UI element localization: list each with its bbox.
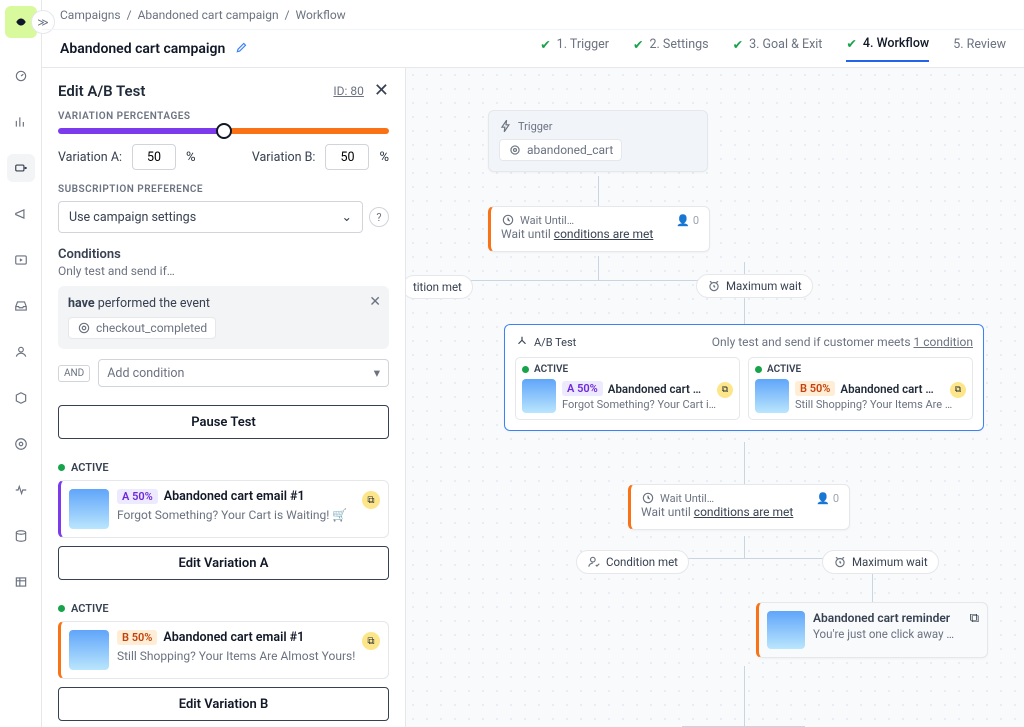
- subscription-pref-label: SUBSCRIPTION PREFERENCE: [58, 184, 389, 195]
- reminder-email-node[interactable]: Abandoned cart reminder You're just one …: [756, 602, 988, 658]
- email-thumbnail-a: [69, 489, 109, 529]
- alarm-icon: [707, 279, 721, 293]
- nav-table-icon[interactable]: [7, 568, 35, 596]
- wait-count: 👤 0: [676, 213, 699, 227]
- var-b-input[interactable]: [325, 144, 369, 170]
- step-review[interactable]: 5. Review: [953, 37, 1006, 60]
- variation-slider[interactable]: [58, 128, 389, 134]
- nav-settings-icon[interactable]: [7, 430, 35, 458]
- ab-card-b[interactable]: ACTIVE B 50% Abandoned cart … Still Shop…: [748, 357, 973, 420]
- edit-variation-a-button[interactable]: Edit Variation A: [58, 546, 389, 580]
- nav-campaigns-icon[interactable]: [7, 154, 35, 182]
- step-goal[interactable]: ✔3. Goal & Exit: [733, 37, 823, 61]
- copy-icon-b[interactable]: ⧉: [362, 632, 380, 650]
- reminder-thumb: [767, 611, 805, 649]
- edit-variation-b-button[interactable]: Edit Variation B: [58, 687, 389, 721]
- copy-rem[interactable]: ⧉: [970, 611, 979, 626]
- panel-title: Edit A/B Test: [58, 82, 145, 100]
- nav-inbox-icon[interactable]: [7, 292, 35, 320]
- wizard-steps: ✔1. Trigger ✔2. Settings ✔3. Goal & Exit…: [540, 36, 1006, 62]
- chevron-down-icon: ⌄: [342, 209, 352, 225]
- target-icon: [77, 321, 91, 335]
- help-icon[interactable]: ?: [369, 207, 389, 227]
- crumb-workflow[interactable]: Workflow: [296, 8, 346, 22]
- var-a-input[interactable]: [132, 144, 176, 170]
- remove-condition-icon[interactable]: ✕: [369, 294, 381, 310]
- var-a-label: Variation A:: [58, 150, 122, 165]
- var-b-label: Variation B:: [252, 150, 316, 165]
- step-settings[interactable]: ✔2. Settings: [633, 37, 709, 61]
- ab-card-a[interactable]: ACTIVE A 50% Abandoned cart … Forgot Som…: [515, 357, 740, 420]
- wait-node-1[interactable]: Wait Until… 👤 0 Wait until conditions ar…: [488, 206, 710, 252]
- close-icon[interactable]: ✕: [374, 80, 389, 101]
- nav-megaphone-icon[interactable]: [7, 200, 35, 228]
- step-trigger[interactable]: ✔1. Trigger: [540, 37, 609, 61]
- variation-b-card[interactable]: B 50% Abandoned cart email #1 Still Shop…: [58, 621, 389, 679]
- var-a-title: Abandoned cart email #1: [164, 489, 305, 504]
- nav-media-icon[interactable]: [7, 246, 35, 274]
- split-icon: [515, 335, 529, 349]
- and-operator: AND: [58, 365, 90, 382]
- nav-cube-icon[interactable]: [7, 384, 35, 412]
- event-chip[interactable]: checkout_completed: [68, 317, 216, 339]
- trigger-event-chip[interactable]: abandoned_cart: [499, 139, 622, 161]
- slider-thumb[interactable]: [216, 123, 232, 139]
- logo-icon: [14, 15, 28, 29]
- badge-a: A 50%: [117, 489, 158, 504]
- thumb-a: [522, 379, 556, 413]
- edit-panel: Edit A/B Test ID: 80 ✕ VARIATION PERCENT…: [42, 68, 406, 727]
- nav-database-icon[interactable]: [7, 522, 35, 550]
- target-icon: [508, 143, 522, 157]
- var-b-subject: Still Shopping? Your Items Are Almost Yo…: [117, 649, 380, 663]
- email-thumbnail-b: [69, 630, 109, 670]
- check-user-icon: [587, 555, 601, 569]
- status-active-b: ACTIVE: [71, 602, 109, 615]
- nav-activity-icon[interactable]: [7, 476, 35, 504]
- step-workflow[interactable]: ✔4. Workflow: [846, 36, 929, 62]
- wait-node-2[interactable]: Wait Until… 👤 0 Wait until conditions ar…: [628, 484, 850, 530]
- nav-people-icon[interactable]: [7, 338, 35, 366]
- crumb-campaigns[interactable]: Campaigns: [60, 8, 121, 22]
- condition-block: ✕ have performed the event checkout_comp…: [58, 286, 389, 349]
- copy-small-b[interactable]: ⧉: [950, 382, 966, 398]
- badge-b: B 50%: [117, 630, 157, 645]
- subscription-select[interactable]: Use campaign settings ⌄: [58, 201, 363, 233]
- alarm-icon: [833, 555, 847, 569]
- var-b-title: Abandoned cart email #1: [163, 630, 304, 645]
- copy-small-a[interactable]: ⧉: [717, 382, 733, 398]
- ab-test-node[interactable]: A/B Test Only test and send if customer …: [504, 324, 984, 431]
- clock-icon: [641, 491, 655, 505]
- branch-condition-met-2[interactable]: Condition met: [576, 550, 689, 574]
- clock-icon: [501, 213, 515, 227]
- thumb-b: [755, 379, 789, 413]
- var-a-subject: Forgot Something? Your Cart is Waiting! …: [117, 508, 380, 522]
- breadcrumb: Campaigns / Abandoned cart campaign / Wo…: [42, 0, 1024, 30]
- crumb-campaign-name[interactable]: Abandoned cart campaign: [138, 8, 279, 22]
- workflow-canvas[interactable]: Trigger abandoned_cart Wait Until… 👤 0 W…: [406, 68, 1024, 727]
- branch-maximum-wait-2[interactable]: Maximum wait: [822, 550, 939, 574]
- nav-analytics-icon[interactable]: [7, 108, 35, 136]
- conditions-subtext: Only test and send if…: [58, 264, 389, 278]
- subheader: Abandoned cart campaign ✔1. Trigger ✔2. …: [42, 30, 1024, 68]
- add-condition-select[interactable]: Add condition▾: [98, 359, 389, 387]
- id-link[interactable]: ID: 80: [333, 84, 364, 98]
- status-active-a: ACTIVE: [71, 461, 109, 474]
- conditions-heading: Conditions: [58, 247, 389, 262]
- page-title: Abandoned cart campaign: [60, 41, 225, 57]
- branch-maximum-wait-1[interactable]: Maximum wait: [696, 274, 813, 298]
- pause-test-button[interactable]: Pause Test: [58, 405, 389, 439]
- variation-a-card[interactable]: A 50% Abandoned cart email #1 Forgot Som…: [58, 480, 389, 538]
- variation-pct-label: VARIATION PERCENTAGES: [58, 111, 389, 122]
- bolt-icon: [499, 119, 513, 133]
- trigger-node[interactable]: Trigger abandoned_cart: [488, 110, 708, 172]
- left-sidebar: ≫: [0, 0, 42, 727]
- edit-title-icon[interactable]: [235, 40, 249, 58]
- copy-icon-a[interactable]: ⧉: [362, 491, 380, 509]
- ab-condition-link[interactable]: 1 condition: [914, 335, 973, 349]
- nav-dashboard-icon[interactable]: [7, 62, 35, 90]
- branch-condition-met-cut[interactable]: tition met: [406, 275, 473, 299]
